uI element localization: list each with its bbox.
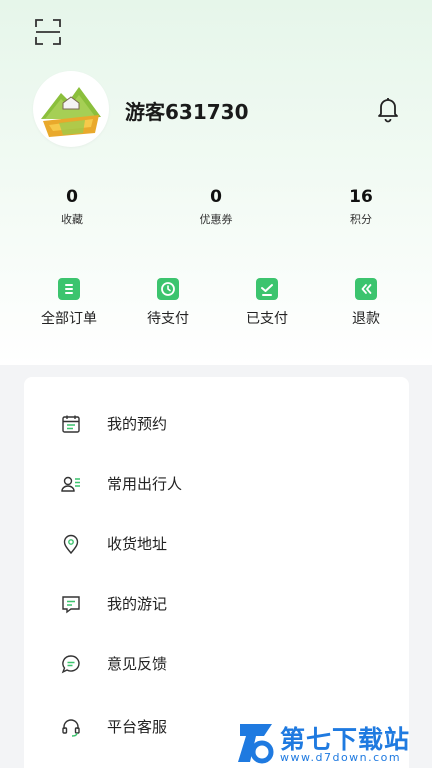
menu-label: 常用出行人 (107, 475, 183, 493)
order-label: 已支付 (246, 311, 288, 327)
menu-item-address[interactable]: 收货地址 (24, 524, 409, 564)
avatar[interactable] (35, 73, 107, 145)
watermark-logo-icon (238, 724, 274, 764)
paid-icon (256, 278, 278, 300)
watermark: 第七下载站 www.d7down.com (236, 718, 432, 768)
order-label: 退款 (352, 311, 380, 327)
travel-notes-icon (62, 596, 80, 614)
order-pending[interactable]: 待支付 (123, 276, 213, 328)
stat-label: 积分 (350, 213, 372, 226)
feedback-icon (61, 655, 80, 674)
menu-label: 我的预约 (107, 415, 168, 433)
watermark-url: www.d7down.com (280, 751, 402, 764)
headset-icon (62, 719, 80, 737)
stat-value: 16 (349, 187, 373, 207)
menu-label: 我的游记 (107, 595, 168, 613)
username: 游客631730 (125, 100, 249, 124)
pending-payment-icon (157, 278, 179, 300)
menu-label: 平台客服 (107, 718, 168, 736)
traveler-icon (61, 476, 80, 492)
order-label: 待支付 (147, 311, 189, 327)
calendar-icon (62, 415, 80, 433)
stat-coupons[interactable]: 0 优惠券 (171, 186, 261, 227)
order-label: 全部订单 (41, 311, 97, 327)
refund-icon (355, 278, 377, 300)
bell-icon[interactable] (374, 95, 402, 123)
order-refund[interactable]: 退款 (321, 276, 411, 328)
menu-item-travel-notes[interactable]: 我的游记 (24, 584, 409, 624)
menu-card: 我的预约 常用出行人 收货地址 我的游记 意见反馈 平台客服 (24, 377, 409, 768)
order-paid[interactable]: 已支付 (222, 276, 312, 328)
stat-value: 0 (210, 187, 222, 207)
stat-points[interactable]: 16 积分 (316, 186, 406, 227)
stat-value: 0 (66, 187, 78, 207)
location-pin-icon (63, 534, 79, 555)
menu-item-feedback[interactable]: 意见反馈 (24, 644, 409, 684)
stat-label: 优惠券 (199, 213, 233, 226)
order-all[interactable]: 全部订单 (24, 276, 114, 328)
stat-label: 收藏 (61, 213, 83, 226)
menu-item-travelers[interactable]: 常用出行人 (24, 464, 409, 504)
all-orders-icon (58, 278, 80, 300)
menu-label: 意见反馈 (107, 655, 168, 673)
menu-item-reservations[interactable]: 我的预约 (24, 404, 409, 444)
menu-label: 收货地址 (107, 535, 168, 553)
stat-favorites[interactable]: 0 收藏 (27, 186, 117, 227)
scan-icon[interactable] (34, 18, 62, 46)
